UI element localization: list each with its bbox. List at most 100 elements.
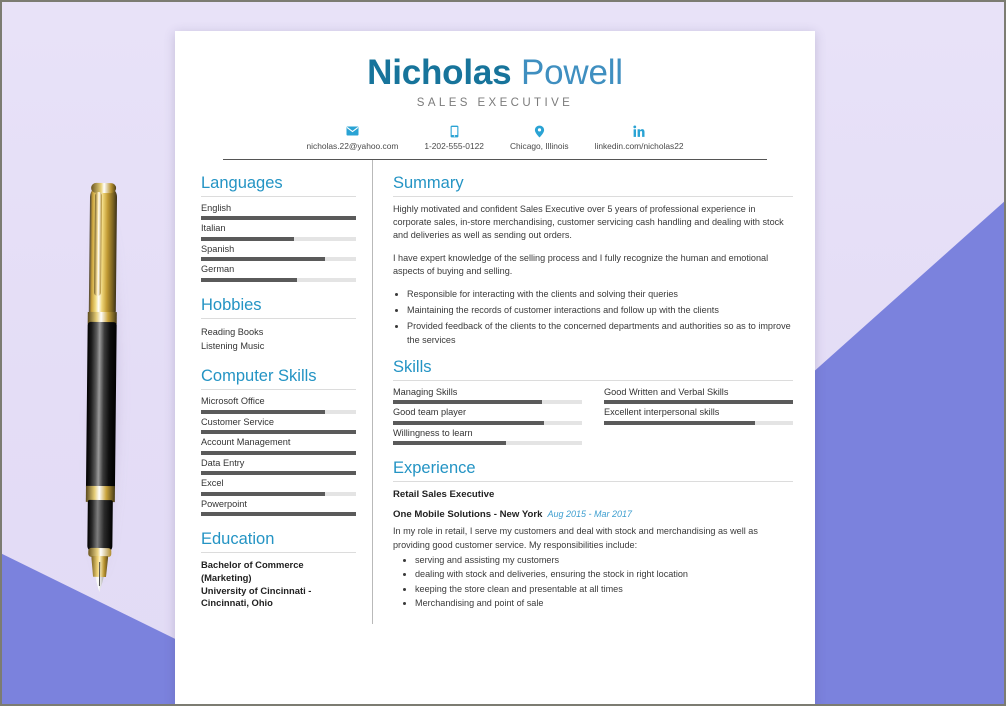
- computer-skill-label: Powerpoint: [201, 498, 247, 509]
- pen-grip: [87, 499, 113, 553]
- candidate-last-name: Powell: [520, 53, 623, 92]
- pen-collar: [88, 547, 112, 558]
- contact-linkedin-text: linkedin.com/nicholas22: [594, 140, 684, 151]
- contact-location: Chicago, Illinois: [510, 125, 569, 151]
- computer-skills-heading: Computer Skills: [201, 367, 317, 386]
- computer-skills-rule: [201, 389, 356, 391]
- computer-skill-label: Microsoft Office: [201, 396, 265, 407]
- computer-skill-item: Account Management: [201, 437, 356, 455]
- skills-rule: [393, 379, 793, 381]
- hobby-item: Reading Books: [201, 326, 264, 337]
- skill-item: Good Written and Verbal Skills: [604, 387, 793, 405]
- summary-bullet: Maintaining the records of customer inte…: [407, 304, 793, 317]
- language-label: German: [201, 264, 235, 275]
- section-computer-skills: Computer Skills Microsoft Office Custome…: [201, 367, 356, 517]
- experience-bullet-list: serving and assisting my customers deali…: [393, 554, 793, 610]
- education-rule: [201, 552, 356, 554]
- summary-paragraph: Highly motivated and confident Sales Exe…: [393, 203, 784, 241]
- language-label: Spanish: [201, 243, 235, 254]
- languages-rule: [201, 195, 356, 197]
- computer-skill-item: Customer Service: [201, 417, 356, 435]
- resume-columns: Languages English Italian Spanish German…: [175, 159, 815, 625]
- skills-grid: Managing Skills Good team player Willing…: [393, 387, 793, 449]
- computer-skill-bar-fill: [201, 450, 356, 455]
- hobbies-rule: [201, 317, 356, 319]
- summary-bullet: Provided feedback of the clients to the …: [407, 320, 793, 347]
- language-bar-track: [201, 257, 356, 262]
- experience-description: In my role in retail, I serve my custome…: [393, 526, 758, 550]
- experience-heading: Experience: [393, 459, 476, 478]
- computer-skill-item: Powerpoint: [201, 499, 356, 517]
- experience-bullet: dealing with stock and deliveries, ensur…: [415, 568, 793, 581]
- language-item: German: [201, 264, 356, 282]
- computer-skill-bar-track: [201, 471, 356, 476]
- section-education: Education Bachelor of Commerce (Marketin…: [201, 530, 356, 610]
- pen-clip: [93, 191, 103, 296]
- skills-right-column: Good Written and Verbal Skills Excellent…: [604, 387, 793, 449]
- contact-bar: nicholas.22@yahoo.com 1-202-555-0122 Chi…: [205, 125, 785, 151]
- contact-email: nicholas.22@yahoo.com: [306, 125, 398, 151]
- fountain-pen-image: [82, 182, 127, 593]
- hobbies-heading: Hobbies: [201, 295, 262, 314]
- phone-icon: [450, 125, 459, 138]
- computer-skill-item: Excel: [201, 478, 356, 496]
- section-summary: Summary Highly motivated and confident S…: [393, 174, 793, 347]
- language-item: Italian: [201, 223, 356, 241]
- skill-bar-track: [393, 441, 582, 446]
- language-bar-fill: [201, 257, 325, 262]
- screenshot-stage: Nicholas Powell SALES EXECUTIVE nicholas…: [0, 0, 1006, 706]
- skill-item: Excellent interpersonal skills: [604, 407, 793, 425]
- computer-skill-bar-track: [201, 512, 356, 517]
- skill-bar-fill: [604, 420, 756, 425]
- skill-bar-fill: [393, 441, 507, 446]
- skills-left-column: Managing Skills Good team player Willing…: [393, 387, 582, 449]
- section-languages: Languages English Italian Spanish German: [201, 174, 356, 282]
- main-column: Summary Highly motivated and confident S…: [373, 160, 797, 625]
- language-item: English: [201, 203, 356, 221]
- summary-rule: [393, 195, 793, 197]
- summary-bullet-list: Responsible for interacting with the cli…: [393, 288, 793, 347]
- candidate-name: Nicholas Powell: [205, 53, 785, 92]
- experience-company-line: One Mobile Solutions - New York Aug 2015 …: [393, 502, 793, 524]
- language-item: Spanish: [201, 244, 356, 262]
- experience-role: Retail Sales Executive: [393, 489, 495, 501]
- sidebar-column: Languages English Italian Spanish German…: [193, 159, 373, 625]
- location-pin-icon: [534, 125, 545, 138]
- computer-skill-item: Data Entry: [201, 458, 356, 476]
- computer-skill-label: Data Entry: [201, 457, 245, 468]
- skill-item: Willingness to learn: [393, 428, 582, 446]
- language-bar-fill: [201, 216, 356, 221]
- pen-barrel: [85, 321, 117, 491]
- skill-label: Excellent interpersonal skills: [604, 407, 720, 418]
- skill-bar-track: [393, 400, 582, 405]
- contact-linkedin: linkedin.com/nicholas22: [595, 125, 684, 151]
- computer-skill-bar-track: [201, 450, 356, 455]
- computer-skill-bar-track: [201, 409, 356, 414]
- computer-skill-bar-fill: [201, 430, 356, 435]
- experience-bullet: Merchandising and point of sale: [415, 597, 793, 610]
- language-bar-track: [201, 216, 356, 221]
- section-hobbies: Hobbies Reading Books Listening Music: [201, 296, 356, 353]
- skill-label: Willingness to learn: [393, 427, 473, 438]
- education-degree: Bachelor of Commerce (Marketing): [201, 559, 304, 583]
- skill-label: Good team player: [393, 407, 467, 418]
- skill-bar-track: [604, 420, 793, 425]
- contact-phone: 1-202-555-0122: [424, 125, 484, 151]
- language-label: Italian: [201, 223, 226, 234]
- computer-skill-label: Account Management: [201, 437, 291, 448]
- section-experience: Experience Retail Sales Executive One Mo…: [393, 459, 793, 610]
- skill-bar-track: [393, 420, 582, 425]
- experience-bullet: serving and assisting my customers: [415, 554, 793, 567]
- skill-bar-track: [604, 400, 793, 405]
- candidate-first-name: Nicholas: [367, 53, 512, 92]
- language-bar-track: [201, 277, 356, 282]
- computer-skill-label: Excel: [201, 478, 224, 489]
- contact-phone-text: 1-202-555-0122: [424, 140, 484, 151]
- candidate-job-title: SALES EXECUTIVE: [416, 96, 574, 109]
- experience-bullet: keeping the store clean and presentable …: [415, 583, 793, 596]
- contact-email-text: nicholas.22@yahoo.com: [306, 140, 399, 151]
- computer-skill-bar-fill: [201, 409, 325, 414]
- skills-heading: Skills: [393, 357, 432, 376]
- experience-dates: Aug 2015 - Mar 2017: [547, 508, 632, 519]
- envelope-icon: [346, 125, 359, 138]
